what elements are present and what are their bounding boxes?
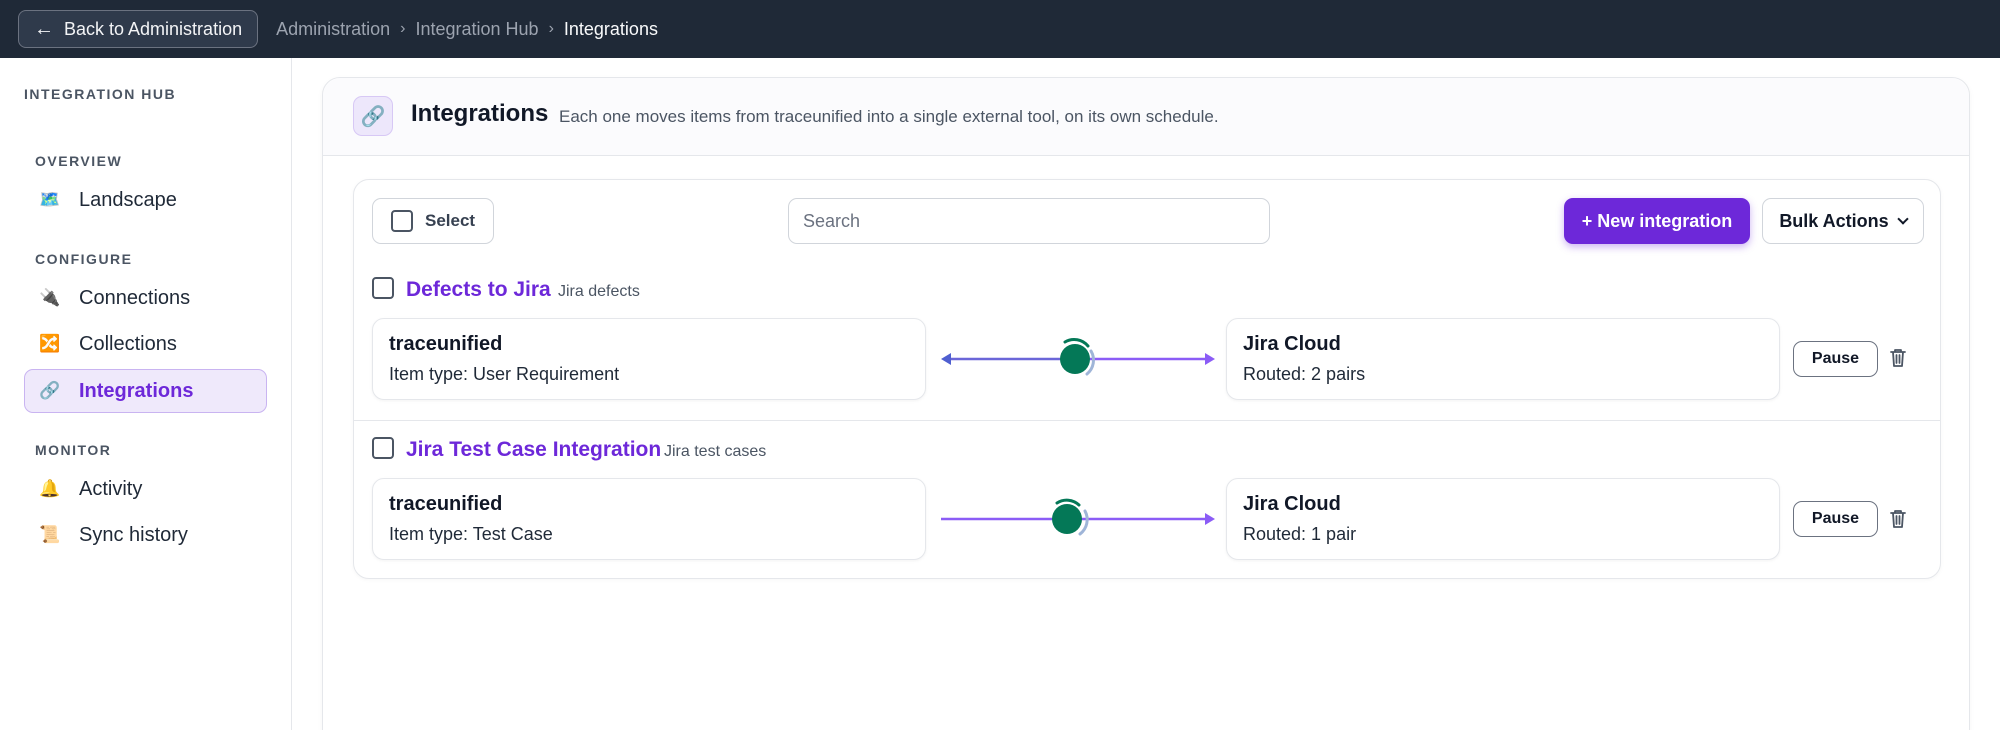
source-card: traceunified Item type: User Requirement [372,318,926,400]
top-bar: ← Back to Administration Administration … [0,0,2000,58]
link-icon: 🔗 [39,381,61,400]
left-arrow-icon: ← [34,18,54,40]
bell-icon: 🔔 [39,479,61,498]
breadcrumb-integration-hub[interactable]: Integration Hub [415,19,538,40]
breadcrumb-administration[interactable]: Administration [276,19,390,40]
select-all-button[interactable]: Select [372,198,494,244]
sidebar-item-connections[interactable]: 🔌 Connections [24,276,267,320]
source-subtitle: Item type: User Requirement [389,364,620,384]
bulk-actions-button[interactable]: Bulk Actions [1762,198,1924,244]
map-icon: 🗺️ [39,190,61,209]
target-title: Jira Cloud [1243,493,1341,515]
sidebar-item-label: Collections [79,332,177,355]
breadcrumb-separator-icon: › [400,20,406,37]
sidebar-item-integrations[interactable]: 🔗 Integrations [24,369,267,413]
bulk-actions-label: Bulk Actions [1779,210,1889,231]
shuffle-icon: 🔀 [39,334,61,353]
plug-icon: 🔌 [39,288,61,307]
integration-name[interactable]: Jira Test Case Integration [406,438,661,462]
link-icon: 🔗 [353,96,393,136]
page-subtitle: Each one moves items from traceunified i… [559,107,1219,126]
section-overview: OVERVIEW [35,153,123,169]
sidebar: INTEGRATION HUB OVERVIEW 🗺️ Landscape CO… [0,58,292,730]
target-card: Jira Cloud Routed: 1 pair [1226,478,1780,560]
target-title: Jira Cloud [1243,333,1341,355]
back-button-label: Back to Administration [64,18,243,39]
target-subtitle: Routed: 1 pair [1243,524,1357,544]
sidebar-item-label: Landscape [79,188,177,211]
source-title: traceunified [389,333,503,355]
sidebar-item-sync-history[interactable]: 📜 Sync history [24,513,267,557]
chevron-down-icon [1897,213,1909,225]
panel-header: 🔗 Integrations Each one moves items from… [323,78,1969,156]
sidebar-title: INTEGRATION HUB [24,86,177,102]
search-input[interactable] [788,198,1270,244]
trash-icon[interactable] [1886,507,1910,531]
checkbox-icon [391,210,413,232]
source-title: traceunified [389,493,503,515]
row-checkbox[interactable] [372,277,394,299]
sync-status-dot [1060,344,1090,374]
sidebar-item-label: Activity [79,477,143,500]
arrow-right-icon [1205,513,1215,525]
target-card: Jira Cloud Routed: 2 pairs [1226,318,1780,400]
breadcrumb-integrations: Integrations [563,18,658,39]
sync-flow-bidirectional [941,338,1215,376]
sync-flow-one-way [941,498,1215,536]
sidebar-item-label: Sync history [79,523,188,546]
arrow-right-icon [1205,353,1215,365]
integration-tag: Jira test cases [664,443,767,460]
breadcrumb-separator-icon: › [548,20,554,37]
scroll-icon: 📜 [39,525,61,544]
row-checkbox[interactable] [372,437,394,459]
trash-icon[interactable] [1886,346,1910,370]
integrations-panel: 🔗 Integrations Each one moves items from… [322,77,1970,730]
sidebar-item-activity[interactable]: 🔔 Activity [24,467,267,511]
sidebar-item-label: Connections [79,286,191,309]
target-subtitle: Routed: 2 pairs [1243,364,1366,384]
arrow-left-icon [941,353,951,365]
sidebar-item-collections[interactable]: 🔀 Collections [24,322,267,366]
select-label: Select [425,211,476,230]
integrations-list: Select + New integration Bulk Actions De… [353,179,1941,579]
section-monitor: MONITOR [35,442,112,458]
integration-row: Jira Test Case Integration Jira test cas… [354,420,1940,580]
back-to-administration-button[interactable]: ← Back to Administration [18,10,259,48]
integration-row: Defects to Jira Jira defects traceunifie… [354,262,1940,422]
page-title: Integrations [411,100,549,127]
section-configure: CONFIGURE [35,251,133,267]
pause-button[interactable]: Pause [1793,341,1878,377]
integration-tag: Jira defects [558,283,640,300]
pause-button[interactable]: Pause [1793,501,1878,537]
sync-status-dot [1052,504,1082,534]
new-integration-button[interactable]: + New integration [1564,198,1750,244]
sidebar-item-landscape[interactable]: 🗺️ Landscape [24,178,267,222]
source-subtitle: Item type: Test Case [389,524,553,544]
breadcrumb: Administration › Integration Hub › Integ… [276,19,658,40]
source-card: traceunified Item type: Test Case [372,478,926,560]
integration-name[interactable]: Defects to Jira [406,278,551,302]
sidebar-item-label: Integrations [79,379,194,402]
